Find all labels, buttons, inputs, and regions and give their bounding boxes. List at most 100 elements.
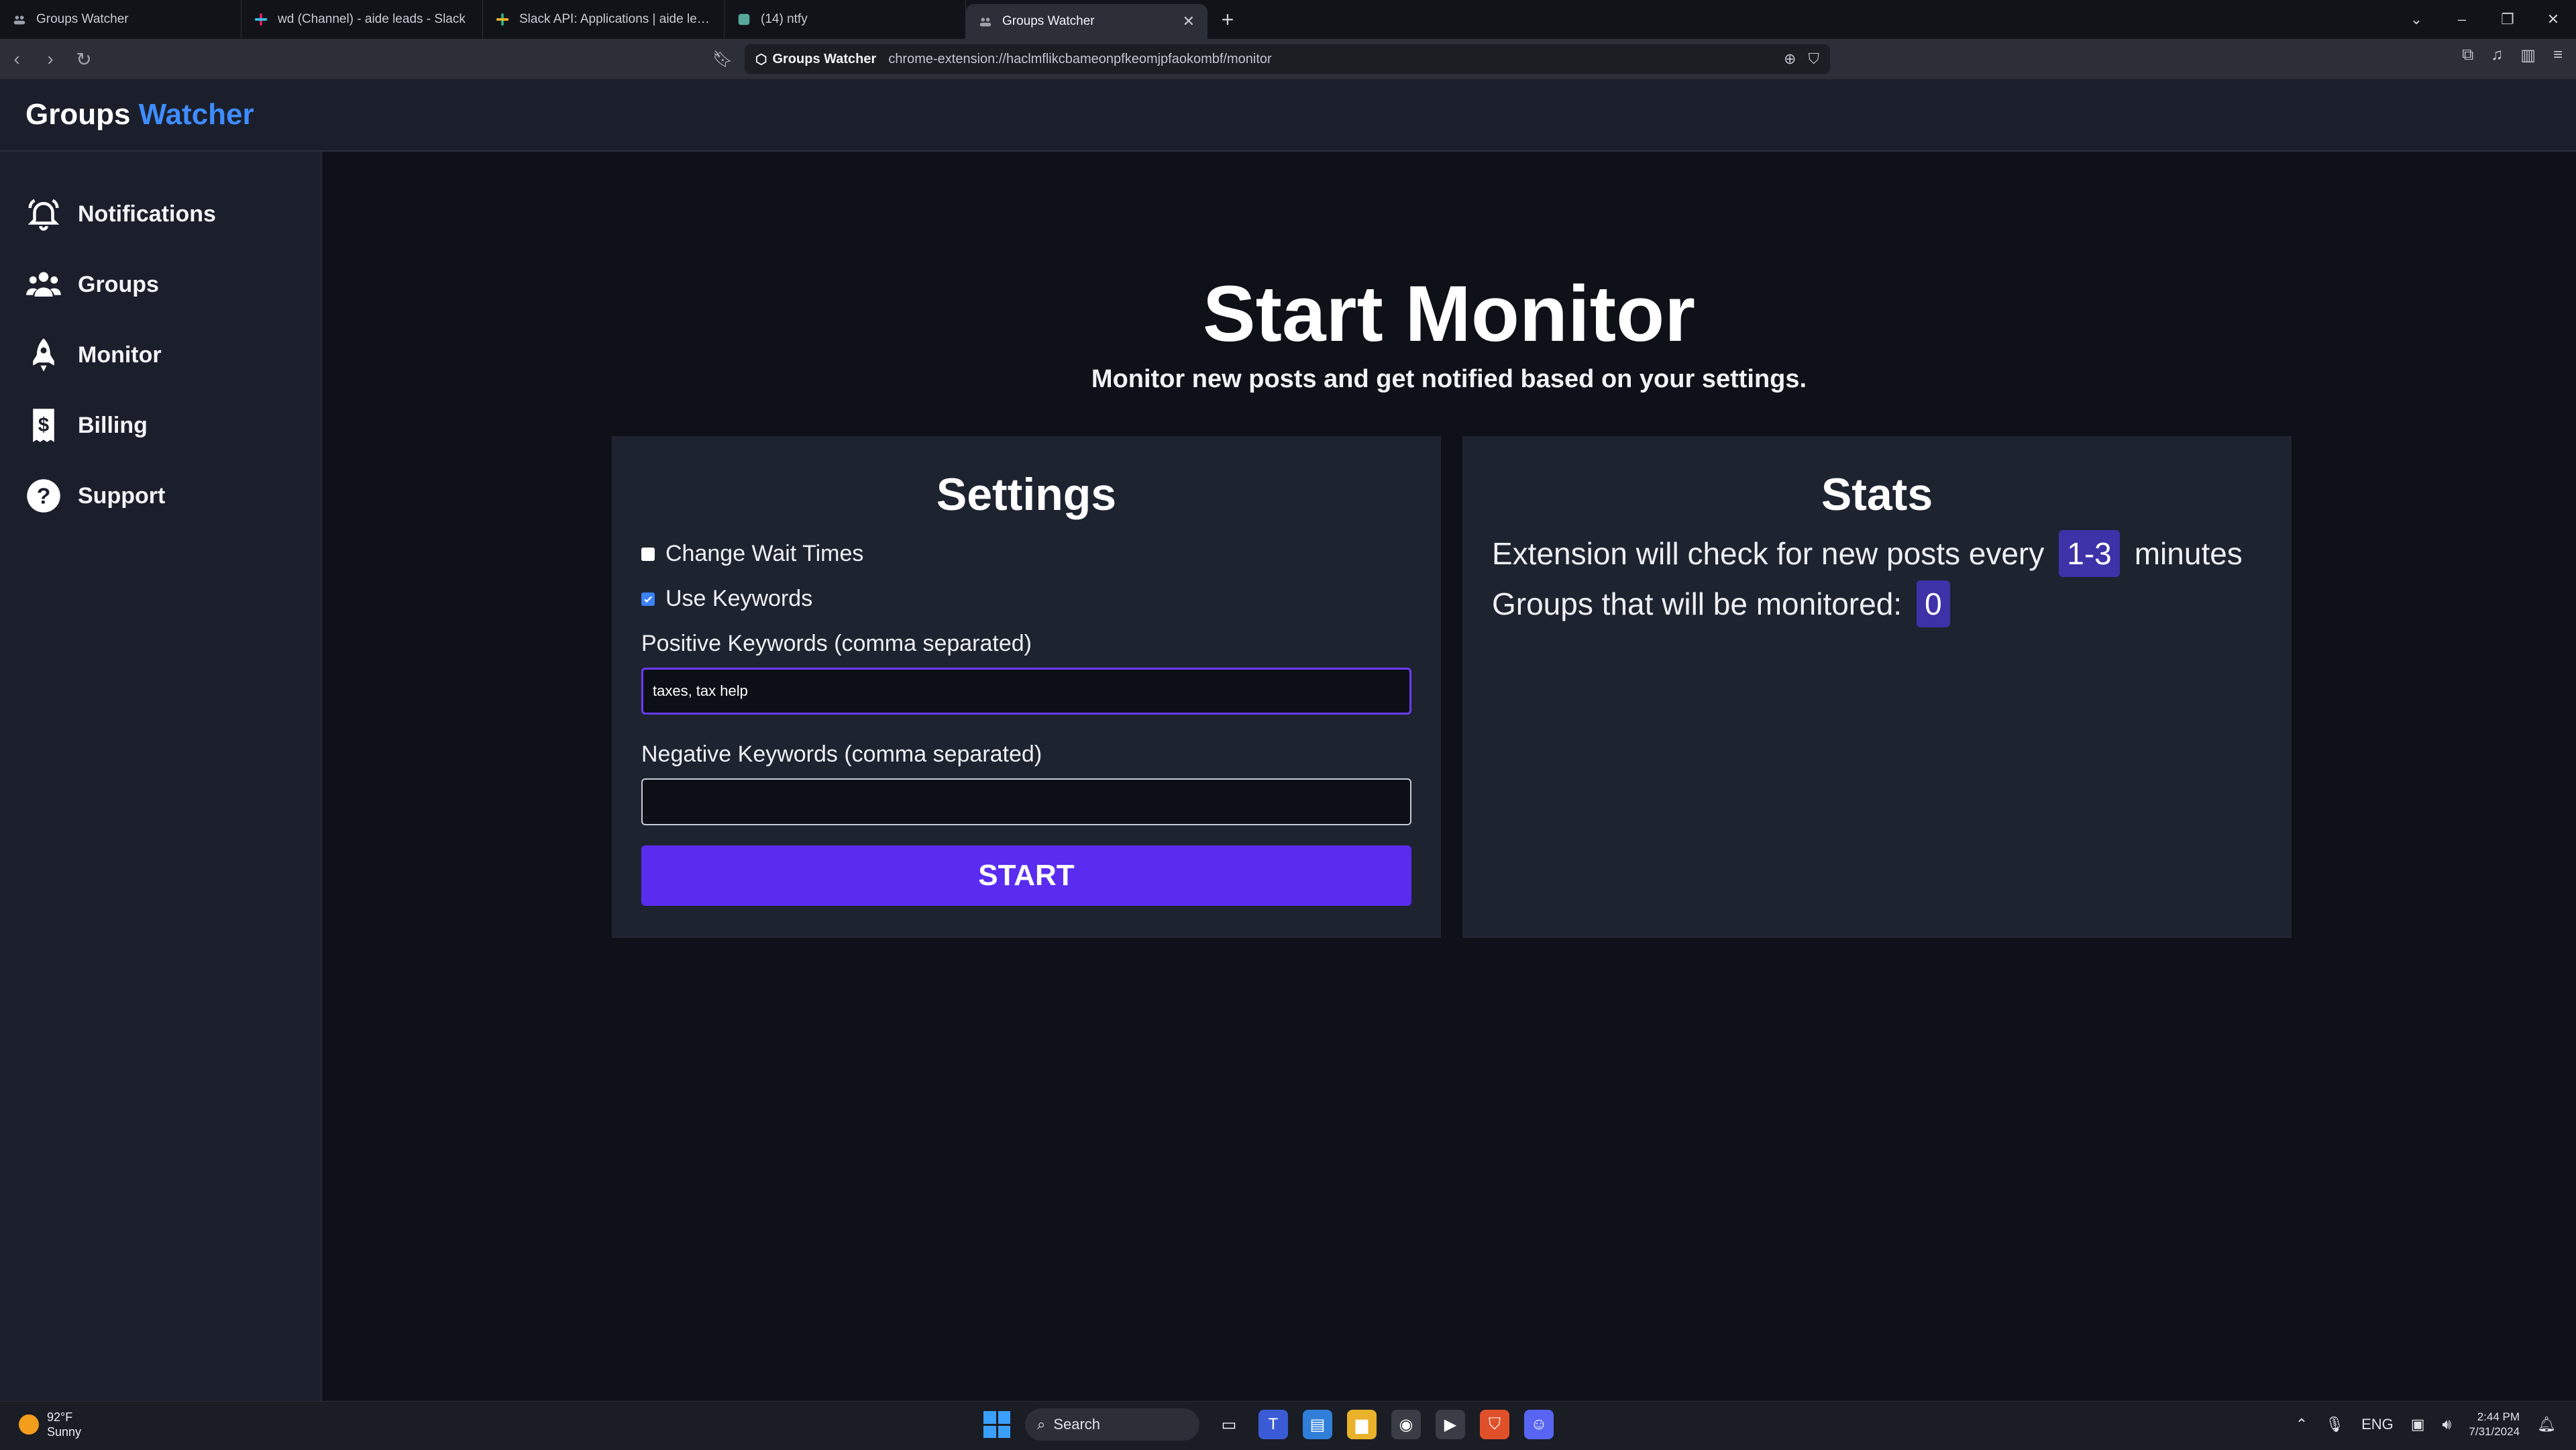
negative-keywords-label: Negative Keywords (comma separated) [641, 741, 1042, 767]
positive-keywords-input[interactable] [641, 668, 1411, 715]
notepad-icon[interactable]: ▤ [1303, 1410, 1332, 1439]
stats-card: Stats Extension will check for new posts… [1462, 436, 2292, 938]
slack-icon [254, 13, 268, 26]
language-indicator[interactable]: ENG [2361, 1416, 2394, 1433]
bookmark-icon[interactable]: 🔖︎ [712, 50, 733, 69]
taskbar-apps: ⌕ Search ▭ T ▤ ▆ ◉ ▶ ⛉ ☺ [983, 1408, 1554, 1441]
minimize-icon[interactable]: – [2439, 11, 2485, 28]
sidebar-item-monitor[interactable]: Monitor [25, 337, 162, 373]
weather-widget[interactable]: 92°F Sunny [19, 1410, 81, 1439]
sidebar-item-label: Groups [78, 271, 159, 297]
back-icon[interactable]: ‹ [0, 48, 34, 70]
groups-monitored-badge: 0 [1917, 580, 1950, 627]
network-icon[interactable]: ▣ [2411, 1416, 2425, 1433]
sidebar-item-label: Support [78, 482, 166, 509]
groups-watcher-favicon-icon [13, 15, 25, 25]
window-controls: ⌄ – ❐ ✕ [2394, 0, 2576, 39]
sidebar-item-notifications[interactable]: Notifications [25, 196, 216, 232]
settings-card: Settings Change Wait Times Use Keywords … [612, 436, 1441, 938]
positive-keywords-label: Positive Keywords (comma separated) [641, 631, 1032, 656]
notification-bell-icon[interactable]: 🔔︎ [2537, 1416, 2556, 1433]
media-icon[interactable]: ♫ [2491, 46, 2503, 65]
use-keywords-checkbox[interactable] [641, 592, 655, 606]
discord-icon[interactable]: ☺ [1524, 1410, 1554, 1439]
browser-tab-active[interactable]: Groups Watcher ✕ [966, 4, 1208, 39]
tray-overflow-chevron-icon[interactable]: ⌃ [2296, 1416, 2308, 1433]
browser-tab-title: Groups Watcher [36, 12, 129, 26]
chrome-icon[interactable]: ◉ [1391, 1410, 1421, 1439]
forward-icon[interactable]: › [34, 48, 67, 70]
new-tab-button[interactable]: + [1213, 5, 1242, 34]
brave-shield-icon[interactable]: ⛉ [1808, 50, 1819, 68]
clock[interactable]: 2:44 PM 7/31/2024 [2469, 1410, 2520, 1439]
browser-tab-bar: Groups Watcher wd (Channel) - aide leads… [0, 0, 2576, 39]
windows-start-icon[interactable] [983, 1411, 1010, 1438]
sidebar: Notifications Groups Monitor $ Billing ?… [0, 152, 322, 1401]
start-button[interactable]: START [641, 845, 1411, 906]
search-icon: ⌕ [1037, 1416, 1046, 1433]
sidebar-toggle-icon[interactable]: ▥ [2520, 46, 2536, 65]
brave-browser-icon[interactable]: ⛉ [1480, 1410, 1509, 1439]
taskbar-search-label: Search [1053, 1416, 1101, 1433]
browser-tab-title: Slack API: Applications | aide leads [519, 12, 712, 26]
rocket-icon [33, 338, 54, 372]
browser-tab[interactable]: wd (Channel) - aide leads - Slack [241, 0, 483, 39]
dollar-receipt-icon: $ [33, 409, 54, 442]
brand-part1: Groups [25, 98, 131, 131]
file-explorer-icon[interactable]: ▆ [1347, 1410, 1377, 1439]
weather-condition: Sunny [47, 1425, 82, 1439]
browser-toolbar: ⧉ ♫ ▥ ≡ [2462, 46, 2563, 65]
groups-monitored-line: Groups that will be monitored: 0 [1492, 580, 1950, 627]
tab-list-chevron-icon[interactable]: ⌄ [2394, 11, 2439, 28]
extensions-icon[interactable]: ⧉ [2462, 46, 2473, 65]
address-bar: ‹ › ↻ 🔖︎ ⬡ Groups Watcher chrome-extensio… [0, 39, 2576, 79]
zoom-icon[interactable]: ⊕ [1784, 50, 1796, 68]
browser-tab[interactable]: Groups Watcher [0, 0, 241, 39]
teams-icon[interactable]: T [1258, 1410, 1288, 1439]
use-keywords-label: Use Keywords [665, 586, 813, 611]
taskbar-search[interactable]: ⌕ Search [1025, 1408, 1199, 1441]
check-interval-prefix: Extension will check for new posts every [1492, 536, 2045, 571]
checkmark-icon [644, 596, 652, 603]
svg-text:?: ? [37, 483, 51, 509]
question-circle-icon: ? [27, 479, 60, 513]
brand-logo[interactable]: Groups Watcher [25, 98, 254, 132]
sidebar-item-label: Monitor [78, 342, 162, 368]
browser-tab-title: Groups Watcher [1002, 14, 1095, 28]
check-interval-line: Extension will check for new posts every… [1492, 530, 2243, 577]
reload-icon[interactable]: ↻ [67, 48, 101, 70]
close-window-icon[interactable]: ✕ [2530, 11, 2576, 28]
clock-time: 2:44 PM [2477, 1410, 2520, 1423]
url-field[interactable]: ⬡ Groups Watcher chrome-extension://haclm… [745, 44, 1830, 74]
media-player-icon[interactable]: ▶ [1436, 1410, 1465, 1439]
use-keywords-row[interactable]: Use Keywords [641, 586, 812, 612]
users-icon [26, 272, 61, 297]
settings-title: Settings [936, 469, 1117, 520]
stats-title: Stats [1821, 469, 1933, 520]
restore-icon[interactable]: ❐ [2485, 11, 2530, 28]
volume-icon[interactable]: 🔊︎ [2443, 1416, 2452, 1433]
svg-text:$: $ [38, 415, 49, 436]
change-wait-times-label: Change Wait Times [665, 541, 864, 566]
browser-tab[interactable]: (14) ntfy [724, 0, 966, 39]
change-wait-times-row[interactable]: Change Wait Times [641, 541, 863, 567]
menu-icon[interactable]: ≡ [2553, 46, 2563, 65]
sidebar-item-billing[interactable]: $ Billing [25, 407, 148, 444]
sidebar-item-groups[interactable]: Groups [25, 266, 159, 303]
microphone-icon[interactable]: 🎙︎ [2325, 1416, 2344, 1433]
groups-watcher-favicon-icon [979, 17, 991, 27]
page-subtitle: Monitor new posts and get notified based… [1091, 365, 1807, 393]
sidebar-item-support[interactable]: ? Support [25, 478, 165, 514]
ntfy-icon [738, 13, 750, 25]
check-interval-badge: 1-3 [2059, 530, 2120, 577]
site-name: Groups Watcher [772, 51, 877, 66]
change-wait-times-checkbox[interactable] [641, 547, 655, 561]
site-info[interactable]: ⬡ Groups Watcher [755, 51, 876, 68]
main-content: Start Monitor Monitor new posts and get … [322, 152, 2576, 1401]
browser-tab[interactable]: Slack API: Applications | aide leads [483, 0, 724, 39]
close-tab-icon[interactable]: ✕ [1183, 13, 1195, 30]
negative-keywords-input[interactable] [641, 778, 1411, 825]
slack-icon [496, 13, 509, 26]
bell-icon [28, 199, 60, 231]
task-view-icon[interactable]: ▭ [1214, 1410, 1244, 1439]
